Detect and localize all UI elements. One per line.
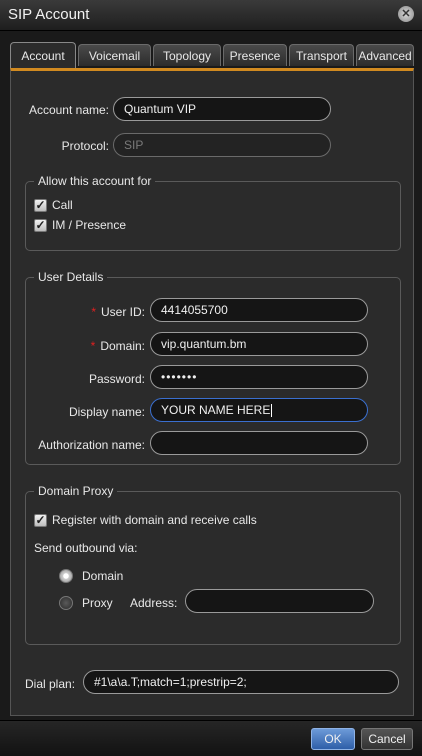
tab-transport[interactable]: Transport	[289, 44, 354, 66]
domain-radio-label: Domain	[82, 569, 124, 583]
tab-account[interactable]: Account	[10, 42, 76, 68]
required-marker: *	[91, 305, 96, 319]
required-marker: *	[90, 339, 96, 353]
im-presence-label: IM / Presence	[52, 218, 127, 232]
text-caret	[271, 404, 273, 418]
im-presence-checkbox[interactable]: ✓	[34, 219, 47, 232]
dialog-footer: OK Cancel	[0, 720, 422, 756]
domain-field[interactable]: vip.quantum.bm	[150, 332, 368, 356]
account-name-label: Account name:	[28, 103, 109, 117]
tab-voicemail[interactable]: Voicemail	[78, 44, 151, 66]
register-label: Register with domain and receive calls	[52, 513, 257, 527]
tab-bar: Account Voicemail Topology Presence Tran…	[10, 42, 414, 70]
account-panel: Account name: Quantum VIP Protocol: SIP …	[10, 68, 414, 716]
display-name-field[interactable]: YOUR NAME HERE	[150, 398, 368, 422]
password-field[interactable]: •••••••	[150, 365, 368, 389]
authorization-name-label: Authorization name:	[38, 438, 145, 452]
domain-proxy-legend: Domain Proxy	[34, 484, 118, 498]
call-checkbox[interactable]: ✓	[34, 199, 47, 212]
user-details-groupbox: User Details * User ID: 4414055700 * Domai…	[25, 270, 401, 465]
tab-presence[interactable]: Presence	[223, 44, 287, 66]
close-icon[interactable]: ✕	[398, 6, 414, 22]
proxy-radio-label: Proxy	[82, 596, 113, 610]
domain-proxy-groupbox: Domain Proxy ✓ Register with domain and …	[25, 484, 401, 645]
display-name-text: YOUR NAME HERE	[161, 403, 271, 417]
address-label: Address:	[130, 596, 178, 610]
domain-label: * Domain:	[90, 339, 145, 353]
title-bar: SIP Account ✕	[0, 0, 422, 31]
cancel-button[interactable]: Cancel	[361, 728, 413, 750]
window-title: SIP Account	[8, 6, 90, 23]
domain-radio[interactable]	[59, 569, 73, 583]
user-details-legend: User Details	[34, 270, 108, 284]
allow-groupbox: Allow this account for ✓ Call ✓ IM / Pre…	[25, 174, 401, 251]
account-name-field[interactable]: Quantum VIP	[113, 97, 331, 121]
protocol-field: SIP	[113, 133, 331, 157]
ok-button[interactable]: OK	[311, 728, 355, 750]
tab-topology[interactable]: Topology	[153, 44, 221, 66]
password-label: Password:	[88, 372, 145, 386]
user-id-field[interactable]: 4414055700	[150, 298, 368, 322]
proxy-radio[interactable]	[59, 596, 73, 610]
protocol-label: Protocol:	[61, 139, 109, 153]
authorization-name-field[interactable]	[150, 431, 368, 455]
dial-plan-field[interactable]: #1\a\a.T;match=1;prestrip=2;	[83, 670, 399, 694]
register-checkbox[interactable]: ✓	[34, 514, 47, 527]
tab-advanced[interactable]: Advanced	[356, 44, 414, 66]
display-name-label: Display name:	[68, 405, 145, 419]
proxy-address-field[interactable]	[185, 589, 374, 613]
user-id-label: * User ID:	[91, 305, 145, 319]
send-outbound-label: Send outbound via:	[34, 541, 138, 555]
dial-plan-label: Dial plan:	[25, 677, 76, 691]
allow-legend: Allow this account for	[34, 174, 156, 188]
call-label: Call	[52, 198, 73, 212]
